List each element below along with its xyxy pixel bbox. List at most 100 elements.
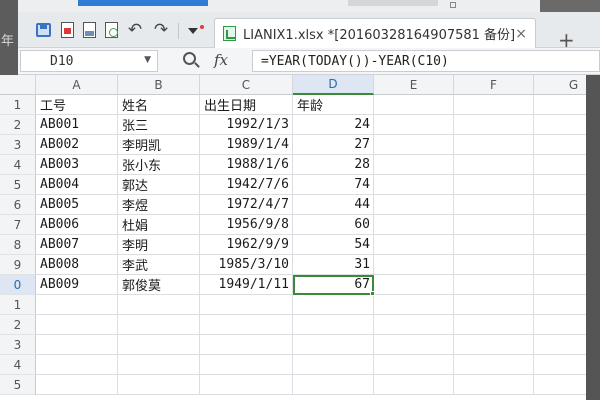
fill-handle[interactable] [370, 291, 375, 296]
id-cell[interactable]: AB003 [36, 155, 118, 175]
name-box[interactable]: D10 ▼ [20, 50, 158, 72]
id-cell[interactable]: AB006 [36, 215, 118, 235]
empty-cell[interactable] [293, 315, 374, 335]
empty-cell[interactable] [454, 315, 534, 335]
empty-cell[interactable] [374, 255, 454, 275]
empty-cell[interactable] [118, 335, 200, 355]
empty-cell[interactable] [36, 355, 118, 375]
empty-cell[interactable] [118, 295, 200, 315]
row-header[interactable]: 4 [0, 355, 36, 375]
close-icon[interactable]: × [515, 26, 527, 42]
empty-cell[interactable] [200, 335, 293, 355]
row-header[interactable]: 9 [0, 255, 36, 275]
empty-cell[interactable] [454, 175, 534, 195]
age-cell[interactable]: 44 [293, 195, 374, 215]
birth-cell[interactable]: 1962/9/9 [200, 235, 293, 255]
customize-dropdown-icon[interactable] [188, 28, 198, 34]
row-header[interactable]: 7 [0, 215, 36, 235]
column-header[interactable]: C [200, 75, 293, 95]
empty-cell[interactable] [454, 335, 534, 355]
name-cell[interactable]: 郭俊莫 [118, 275, 200, 295]
empty-cell[interactable] [374, 175, 454, 195]
id-cell[interactable]: AB002 [36, 135, 118, 155]
empty-cell[interactable] [293, 375, 374, 395]
formula-input[interactable]: =YEAR(TODAY())-YEAR(C10) [252, 50, 600, 72]
empty-cell[interactable] [374, 195, 454, 215]
row-header[interactable]: 2 [0, 115, 36, 135]
age-cell[interactable]: 27 [293, 135, 374, 155]
empty-cell[interactable] [454, 215, 534, 235]
name-cell[interactable]: 张三 [118, 115, 200, 135]
column-header[interactable]: B [118, 75, 200, 95]
birth-cell[interactable]: 1985/3/10 [200, 255, 293, 275]
birth-cell[interactable]: 1988/1/6 [200, 155, 293, 175]
empty-cell[interactable] [293, 355, 374, 375]
empty-cell[interactable] [36, 315, 118, 335]
name-cell[interactable]: 李明 [118, 235, 200, 255]
row-header[interactable]: 1 [0, 295, 36, 315]
table-header-cell[interactable]: 工号 [36, 95, 118, 115]
birth-cell[interactable]: 1956/9/8 [200, 215, 293, 235]
age-cell[interactable]: 74 [293, 175, 374, 195]
id-cell[interactable]: AB008 [36, 255, 118, 275]
name-cell[interactable]: 李武 [118, 255, 200, 275]
name-cell[interactable]: 杜娟 [118, 215, 200, 235]
age-cell[interactable]: 31 [293, 255, 374, 275]
name-cell[interactable]: 李煜 [118, 195, 200, 215]
empty-cell[interactable] [374, 315, 454, 335]
empty-cell[interactable] [293, 295, 374, 315]
age-cell[interactable]: 28 [293, 155, 374, 175]
name-cell[interactable]: 李明凯 [118, 135, 200, 155]
row-header[interactable]: 4 [0, 155, 36, 175]
empty-cell[interactable] [200, 315, 293, 335]
row-header[interactable]: 5 [0, 175, 36, 195]
empty-cell[interactable] [454, 375, 534, 395]
print-preview-icon[interactable] [102, 21, 120, 39]
name-cell[interactable]: 郭达 [118, 175, 200, 195]
empty-cell[interactable] [374, 235, 454, 255]
birth-cell[interactable]: 1992/1/3 [200, 115, 293, 135]
birth-cell[interactable]: 1972/4/7 [200, 195, 293, 215]
empty-cell[interactable] [374, 115, 454, 135]
row-header[interactable]: 6 [0, 195, 36, 215]
age-cell[interactable]: 54 [293, 235, 374, 255]
id-cell[interactable]: AB001 [36, 115, 118, 135]
birth-cell[interactable]: 1989/1/4 [200, 135, 293, 155]
empty-cell[interactable] [374, 375, 454, 395]
birth-cell[interactable]: 1942/7/6 [200, 175, 293, 195]
empty-cell[interactable] [374, 215, 454, 235]
empty-cell[interactable] [454, 155, 534, 175]
column-header[interactable]: A [36, 75, 118, 95]
empty-cell[interactable] [454, 275, 534, 295]
column-header[interactable]: E [374, 75, 454, 95]
print-icon[interactable] [80, 21, 98, 39]
age-cell[interactable]: 60 [293, 215, 374, 235]
age-cell[interactable]: 67 [293, 275, 374, 295]
select-all-corner[interactable] [0, 75, 36, 95]
empty-cell[interactable] [36, 335, 118, 355]
search-icon[interactable] [183, 52, 196, 65]
empty-cell[interactable] [200, 375, 293, 395]
row-header[interactable]: 8 [0, 235, 36, 255]
table-header-cell[interactable]: 年龄 [293, 95, 374, 115]
new-tab-button[interactable]: + [558, 30, 575, 50]
empty-cell[interactable] [200, 355, 293, 375]
redo-icon[interactable]: ↷ [152, 20, 170, 40]
empty-cell[interactable] [293, 335, 374, 355]
empty-cell[interactable] [454, 235, 534, 255]
empty-cell[interactable] [454, 95, 534, 115]
id-cell[interactable]: AB007 [36, 235, 118, 255]
row-header[interactable]: 3 [0, 135, 36, 155]
age-cell[interactable]: 24 [293, 115, 374, 135]
empty-cell[interactable] [454, 255, 534, 275]
empty-cell[interactable] [374, 335, 454, 355]
id-cell[interactable]: AB009 [36, 275, 118, 295]
empty-cell[interactable] [118, 315, 200, 335]
empty-cell[interactable] [374, 155, 454, 175]
column-header-selected[interactable]: D [293, 75, 374, 95]
restore-icon[interactable] [450, 2, 456, 8]
id-cell[interactable]: AB004 [36, 175, 118, 195]
empty-cell[interactable] [454, 135, 534, 155]
row-header[interactable]: 1 [0, 95, 36, 115]
save-icon[interactable] [34, 21, 52, 39]
